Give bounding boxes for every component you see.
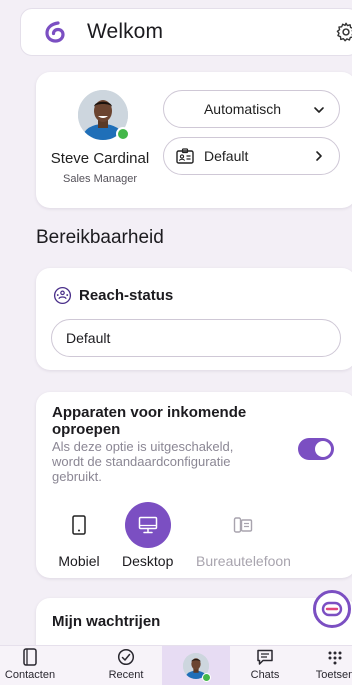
nav-label: Contacten	[4, 669, 56, 681]
avatar[interactable]	[78, 90, 130, 141]
brand-logo-icon	[45, 21, 65, 43]
desktop-monitor-icon	[138, 516, 157, 534]
incoming-devices-card: Apparaten voor inkomende oproepen Als de…	[36, 392, 352, 578]
devices-title: Apparaten voor inkomende oproepen	[52, 404, 247, 438]
chevron-right-icon	[316, 151, 322, 161]
queues-title: Mijn wachtrijen	[52, 613, 161, 630]
nav-item-chats[interactable]: Chats	[240, 646, 290, 685]
reach-status-value: Default	[66, 330, 111, 346]
app-header: Welkom	[20, 8, 352, 56]
user-name: Steve Cardinal	[50, 150, 150, 167]
chat-bubble-icon	[321, 601, 343, 617]
nav-item-profile[interactable]	[162, 646, 230, 685]
page-title: Welkom	[87, 20, 164, 43]
reach-status-select[interactable]: Default	[51, 319, 341, 357]
nav-label: Recent	[108, 669, 144, 681]
reach-status-title: Reach-status	[79, 287, 174, 304]
keypad-icon	[328, 651, 342, 665]
device-label: Mobiel	[58, 553, 100, 569]
devices-subtitle: Als deze optie is uitgeschakeld, wordt d…	[52, 439, 234, 484]
toggle-knob	[315, 441, 331, 457]
gear-icon[interactable]	[335, 21, 352, 43]
nav-item-recent[interactable]: Recent	[98, 646, 154, 685]
reach-status-card: Reach-status Default	[36, 268, 352, 370]
mode-select[interactable]: Automatisch	[163, 90, 340, 128]
chevron-down-icon	[314, 107, 324, 113]
profile-card: Steve Cardinal Sales Manager Automatisch…	[36, 72, 352, 208]
devices-toggle[interactable]	[298, 438, 334, 460]
status-selector[interactable]: Default	[163, 137, 340, 175]
contacts-icon	[23, 648, 37, 666]
device-option-desktop[interactable]: Desktop	[122, 502, 173, 569]
nav-item-contacts[interactable]: Contacten	[2, 646, 58, 685]
id-badge-icon	[176, 148, 194, 164]
desk-phone-icon	[234, 517, 253, 533]
device-option-desk-phone: Bureautelefoon	[196, 502, 291, 569]
user-role: Sales Manager	[63, 173, 137, 185]
chat-icon	[257, 649, 273, 665]
mode-select-value: Automatisch	[203, 101, 282, 117]
presence-indicator	[116, 127, 130, 141]
bottom-nav: Contacten Recent Chats Toetsen	[0, 645, 352, 685]
device-option-mobile[interactable]: Mobiel	[56, 502, 102, 569]
nav-label: Chats	[250, 669, 280, 681]
presence-indicator	[202, 673, 211, 682]
nav-item-keypad[interactable]: Toetsen	[310, 646, 352, 685]
mobile-phone-icon	[72, 515, 86, 535]
reach-status-header: Reach-status	[53, 286, 173, 305]
reach-status-icon	[53, 286, 72, 305]
device-label: Desktop	[122, 553, 174, 569]
device-label: Bureautelefoon	[196, 553, 291, 569]
chat-fab-button[interactable]	[313, 590, 351, 628]
nav-label: Toetsen	[315, 669, 352, 681]
section-title: Bereikbaarheid	[36, 227, 164, 248]
recent-icon	[117, 648, 135, 666]
status-label: Default	[204, 148, 249, 164]
